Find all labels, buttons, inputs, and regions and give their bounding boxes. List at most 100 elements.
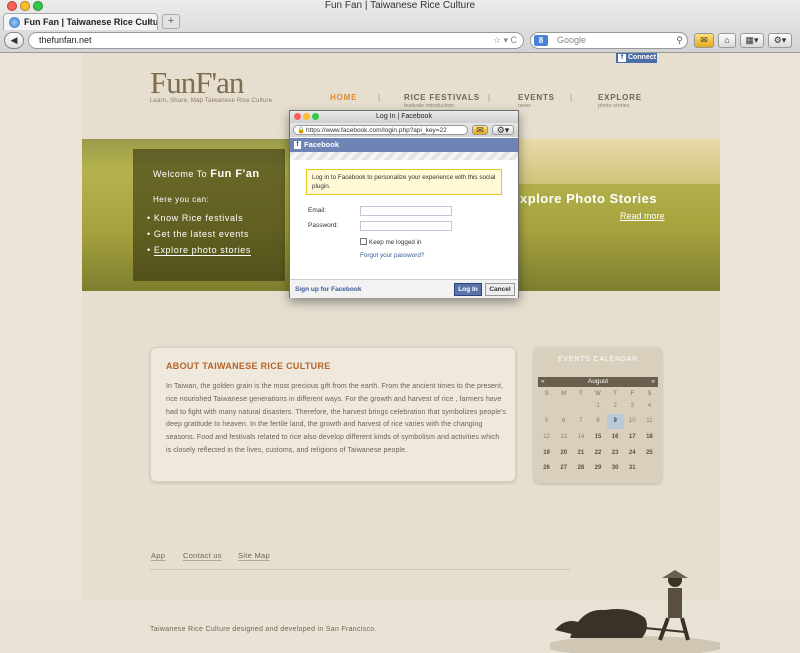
- nav-separator: |: [570, 93, 573, 102]
- search-field[interactable]: 8 Google ⚲: [530, 32, 688, 49]
- calendar-day[interactable]: 8: [589, 414, 606, 430]
- calendar-day[interactable]: 26: [538, 460, 555, 476]
- rss-button[interactable]: ✉: [694, 33, 714, 48]
- calendar-month: August: [587, 378, 609, 385]
- zoom-window-button[interactable]: [33, 1, 43, 11]
- calendar-day[interactable]: 15: [589, 429, 606, 445]
- calendar-day[interactable]: 7: [572, 414, 589, 430]
- signup-link[interactable]: Sign up for Facebook: [295, 286, 361, 293]
- calendar-day[interactable]: 17: [624, 429, 641, 445]
- calendar-day[interactable]: 28: [572, 460, 589, 476]
- tab-fun-fan[interactable]: Fun Fan | Taiwanese Rice Culture x: [3, 13, 158, 30]
- nav-events[interactable]: EVENTS news: [518, 93, 555, 109]
- lock-icon: 🔒: [297, 127, 306, 134]
- next-month-button[interactable]: »: [651, 377, 655, 387]
- calendar-day[interactable]: 27: [555, 460, 572, 476]
- popup-rss-button[interactable]: ✉: [472, 125, 488, 135]
- minimize-window-button[interactable]: [20, 1, 30, 11]
- search-icon[interactable]: ⚲: [676, 33, 683, 48]
- email-field[interactable]: [360, 206, 452, 216]
- about-section: ABOUT TAIWANESE RICE CULTURE In Taiwan, …: [150, 347, 516, 482]
- nav-home[interactable]: HOME: [330, 93, 357, 102]
- calendar-day[interactable]: 29: [589, 460, 606, 476]
- calendar-day[interactable]: 1: [589, 398, 606, 414]
- calendar-day[interactable]: 14: [572, 429, 589, 445]
- back-button[interactable]: ◀: [4, 32, 24, 49]
- calendar-week-row: 26 27 28 29 30 31: [538, 460, 658, 476]
- calendar-day[interactable]: 25: [641, 445, 658, 461]
- calendar-day[interactable]: 22: [589, 445, 606, 461]
- calendar-day[interactable]: 23: [607, 445, 624, 461]
- close-tab-icon[interactable]: x: [148, 14, 153, 30]
- calendar-day[interactable]: 20: [555, 445, 572, 461]
- calendar-week-row: 1234: [538, 398, 658, 414]
- calendar-day[interactable]: 9: [606, 413, 624, 430]
- close-window-button[interactable]: [7, 1, 17, 11]
- feature-item[interactable]: Get the latest events: [147, 226, 251, 242]
- popup-stripe: [290, 152, 518, 160]
- popup-urlbar: 🔒 https://www.facebook.com/login.php?api…: [290, 123, 518, 137]
- facebook-icon: f: [618, 54, 626, 62]
- logo-tagline: Learn, Share, Map Taiwanese Rice Culture: [150, 98, 273, 104]
- read-more-link[interactable]: Read more: [620, 211, 665, 221]
- keep-logged-in[interactable]: Keep me logged in: [360, 238, 422, 246]
- bookmarks-button[interactable]: ▦▾: [740, 33, 764, 48]
- new-tab-button[interactable]: +: [162, 14, 180, 29]
- facebook-header: f Facebook: [290, 138, 518, 152]
- footer-link-contact[interactable]: Contact us: [183, 551, 222, 561]
- calendar-weekday: W: [595, 390, 601, 397]
- facebook-connect-label: Connect: [628, 54, 656, 61]
- calendar-day[interactable]: 2: [607, 398, 624, 414]
- calendar-day[interactable]: 4: [641, 398, 658, 414]
- forgot-password-link[interactable]: Forgot your password?: [360, 252, 424, 259]
- calendar-day[interactable]: 12: [538, 429, 555, 445]
- feature-item[interactable]: Explore photo stories: [147, 242, 252, 258]
- home-button[interactable]: ⌂: [718, 33, 736, 48]
- calendar-day[interactable]: 18: [641, 429, 658, 445]
- calendar-day[interactable]: 21: [572, 445, 589, 461]
- nav-separator: |: [378, 93, 381, 102]
- farmer-buffalo-illustration: [550, 570, 720, 653]
- password-field[interactable]: [360, 221, 452, 231]
- calendar-day[interactable]: 5: [538, 414, 555, 430]
- calendar-day[interactable]: 31: [624, 460, 641, 476]
- calendar-day: [641, 460, 658, 476]
- calendar-month-bar: « August »: [538, 377, 658, 387]
- popup-minimize-button[interactable]: [303, 113, 310, 120]
- footer-link-sitemap[interactable]: Site Map: [238, 551, 270, 561]
- footer-link-app[interactable]: App: [151, 551, 166, 561]
- about-title: ABOUT TAIWANESE RICE CULTURE: [166, 361, 331, 371]
- calendar-weekday: F: [630, 390, 635, 397]
- prev-month-button[interactable]: «: [541, 377, 545, 387]
- calendar-weekday: S: [544, 390, 549, 397]
- keep-logged-in-checkbox[interactable]: [360, 238, 367, 245]
- nav-rice-festivals[interactable]: RICE FESTIVALS festivals introduction: [404, 93, 480, 109]
- bookmark-star-icon[interactable]: ☆ ▾ C: [493, 33, 517, 48]
- calendar-day[interactable]: 19: [538, 445, 555, 461]
- calendar-day[interactable]: 11: [641, 414, 658, 430]
- calendar-day[interactable]: 13: [555, 429, 572, 445]
- address-bar[interactable]: thefunfan.net ☆ ▾ C: [28, 32, 524, 49]
- calendar-day[interactable]: 30: [607, 460, 624, 476]
- login-button[interactable]: Log In: [454, 283, 482, 296]
- calendar-day[interactable]: 6: [555, 414, 572, 430]
- popup-tools-button[interactable]: ⚙▾: [492, 125, 514, 135]
- calendar-day[interactable]: 16: [607, 429, 624, 445]
- popup-address-field[interactable]: 🔒 https://www.facebook.com/login.php?api…: [293, 125, 468, 135]
- site-logo[interactable]: FunF'an Learn, Share, Map Taiwanese Rice…: [150, 67, 273, 104]
- calendar-weekday: T: [579, 390, 583, 397]
- tools-button[interactable]: ⚙▾: [768, 33, 792, 48]
- calendar-day[interactable]: 24: [624, 445, 641, 461]
- popup-close-button[interactable]: [294, 113, 301, 120]
- popup-zoom-button[interactable]: [312, 113, 319, 120]
- nav-explore[interactable]: EXPLORE photo stories: [598, 93, 642, 109]
- google-icon[interactable]: 8: [534, 35, 548, 46]
- facebook-connect-button[interactable]: f Connect: [616, 53, 657, 63]
- calendar-grid: S M T W T F S 1 2 3 4 5 6 7 8 9 10 11 12 13 14 15 16 17 18 19 20 21…: [538, 389, 658, 476]
- calendar-day[interactable]: 3: [624, 398, 641, 414]
- calendar-day[interactable]: 10: [624, 414, 641, 430]
- here-you-can: Here you can:: [153, 195, 210, 204]
- cancel-button[interactable]: Cancel: [485, 283, 515, 296]
- calendar-week-row: 5 6 7 8 9 10 11: [538, 413, 658, 430]
- feature-item[interactable]: Know Rice festivals: [147, 210, 251, 226]
